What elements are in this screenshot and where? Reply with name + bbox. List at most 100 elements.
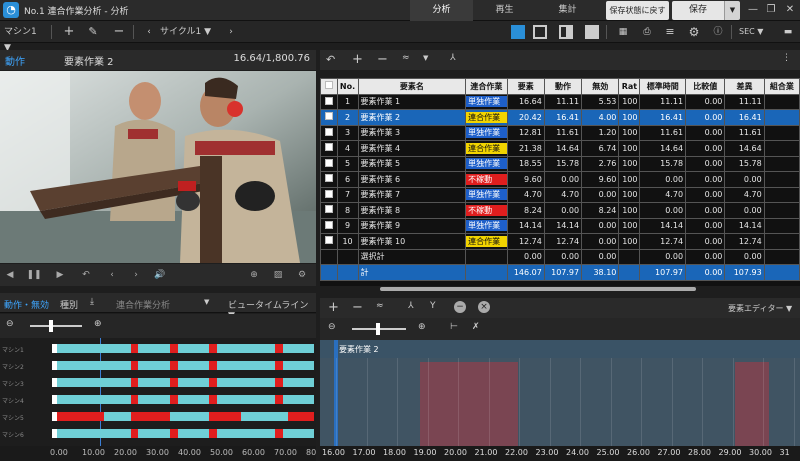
column-header[interactable]: 組合業 (763, 78, 800, 95)
timeline-segment[interactable] (209, 378, 218, 387)
close-circle-icon[interactable]: × (478, 301, 490, 313)
folder-icon[interactable]: ▬ (779, 24, 797, 40)
timeline-segment[interactable] (169, 395, 178, 404)
mic-off-icon[interactable]: ✗ (472, 322, 480, 332)
table-row[interactable]: 6 要素作業 6 不稼動 9.60 0.00 9.60 100 0.00 0.00 0.00 (320, 171, 800, 188)
row-checkbox-cell[interactable] (320, 171, 338, 188)
list-icon[interactable]: ≡ (661, 24, 679, 40)
work-type-cell[interactable]: 単独作業 (465, 217, 508, 234)
pause-icon[interactable]: ❚❚ (26, 267, 42, 283)
editor-zoom-handle[interactable] (376, 323, 380, 335)
work-type-cell[interactable]: 単独作業 (465, 155, 508, 172)
editor-timeline[interactable]: 要素作業 2 (320, 340, 800, 446)
layout-single-icon[interactable] (585, 25, 599, 39)
element-name-cell[interactable]: 要素作業 4 (357, 140, 467, 157)
timeline-segment[interactable] (274, 344, 283, 353)
edit-pencil-icon[interactable]: ✎ (84, 24, 102, 40)
timeline-segment[interactable] (274, 395, 283, 404)
timeline-segment[interactable] (138, 344, 170, 353)
minimize-icon[interactable]: — (744, 2, 762, 18)
column-header[interactable]: 要素 (506, 78, 545, 95)
zoom-slider-handle[interactable] (49, 320, 53, 332)
video-tab-motion[interactable]: 動作 (5, 53, 25, 68)
add-icon[interactable]: + (60, 24, 78, 40)
table-row[interactable]: 8 要素作業 8 不稼動 8.24 0.00 8.24 100 0.00 0.00 0.00 (320, 202, 800, 219)
restore-saved-button[interactable]: 保存状態に戻す (606, 1, 669, 20)
element-name-cell[interactable]: 要素作業 1 (357, 93, 467, 110)
timeline-segment[interactable] (138, 361, 170, 370)
add-icon[interactable]: + (328, 300, 339, 315)
timeline-segment[interactable] (169, 429, 178, 438)
work-type-cell[interactable]: 単独作業 (465, 124, 508, 141)
table-row[interactable]: 5 要素作業 5 単独作業 18.55 15.78 2.76 100 15.78 0.00 15.… (320, 155, 800, 172)
timeline-segment[interactable] (57, 378, 131, 387)
unit-select[interactable]: SEC ▼ (739, 24, 771, 40)
timeline-segment[interactable] (177, 361, 210, 370)
row-checkbox-cell[interactable] (320, 186, 338, 203)
machine-select[interactable]: マシン1 ▼ (4, 24, 42, 53)
timeline-segment[interactable] (274, 429, 283, 438)
timeline-segment[interactable] (287, 412, 314, 421)
table-row[interactable]: 1 要素作業 1 単独作業 16.64 11.11 5.53 100 11.11 0.00 11.… (320, 93, 800, 110)
timeline-segment[interactable] (138, 395, 170, 404)
timeline-segment[interactable] (130, 429, 139, 438)
timeline-segment[interactable] (169, 361, 178, 370)
table-row[interactable]: 10 要素作業 10 連合作業 12.74 12.74 0.00 100 12.74 0.00 1… (320, 233, 800, 250)
select-all-checkbox[interactable] (324, 81, 333, 90)
row-checkbox[interactable] (324, 174, 333, 183)
undo-icon[interactable]: ↶ (326, 53, 335, 66)
row-checkbox-cell[interactable] (320, 217, 338, 234)
timeline-segment[interactable] (209, 395, 218, 404)
table-row[interactable]: 9 要素作業 9 単独作業 14.14 14.14 0.00 100 14.14 0.00 14.… (320, 217, 800, 234)
save-dropdown-icon[interactable]: ▼ (724, 1, 740, 20)
merge-icon[interactable]: Y (430, 301, 436, 311)
tab-summary[interactable]: 集計 (536, 0, 599, 21)
work-type-cell[interactable]: 連合作業 (465, 140, 508, 157)
eraser-icon[interactable]: ≈ (402, 53, 410, 63)
work-type-cell[interactable]: 不稼動 (465, 202, 508, 219)
row-checkbox[interactable] (324, 236, 333, 245)
row-checkbox[interactable] (324, 96, 333, 105)
undo-icon[interactable]: ↶ (78, 267, 94, 283)
zoom-in-icon[interactable]: ⊕ (418, 322, 426, 332)
timeline-segment[interactable] (274, 361, 283, 370)
clapperboard-icon[interactable]: ▦ (614, 24, 632, 40)
element-name-cell[interactable]: 要素作業 5 (357, 155, 467, 172)
element-name-cell[interactable]: 要素作業 8 (357, 202, 467, 219)
layout-quad-icon[interactable] (533, 25, 547, 39)
timeline-segment[interactable] (209, 361, 218, 370)
element-editor-select[interactable]: 要素エディター ▼ (728, 303, 792, 314)
table-horizontal-scrollbar[interactable] (380, 287, 696, 291)
prev-frame-icon[interactable]: ◀ (2, 267, 18, 283)
view-dropdown-icon[interactable]: ▼ (204, 298, 209, 306)
remove-row-icon[interactable]: − (377, 52, 388, 67)
row-checkbox-cell[interactable] (320, 233, 338, 250)
work-type-cell[interactable]: 連合作業 (465, 233, 508, 250)
element-name-cell[interactable]: 要素作業 9 (357, 217, 467, 234)
row-checkbox-cell[interactable] (320, 93, 338, 110)
timeline-segment[interactable] (169, 344, 178, 353)
timeline-segment[interactable] (274, 378, 283, 387)
timeline-segment[interactable] (282, 361, 314, 370)
zoom-icon[interactable]: ⊕ (246, 267, 262, 283)
gear-icon[interactable]: ⚙ (685, 24, 703, 40)
layout-grid-icon[interactable] (511, 25, 525, 39)
remove-icon[interactable]: − (352, 300, 363, 315)
element-name-cell[interactable]: 要素作業 7 (357, 186, 467, 203)
column-header[interactable]: 要素名 (357, 78, 467, 95)
timeline-tab-analysis[interactable]: 連合作業分析 (116, 298, 170, 311)
timeline-segment[interactable] (130, 361, 139, 370)
column-header[interactable]: 比較値 (685, 78, 726, 95)
element-name-cell[interactable]: 要素作業 6 (357, 171, 467, 188)
table-row[interactable]: 4 要素作業 4 連合作業 21.38 14.64 6.74 100 14.64 0.00 14.… (320, 140, 800, 157)
row-checkbox-cell[interactable] (320, 109, 338, 126)
split-icon[interactable]: ⅄ (408, 301, 414, 311)
column-header[interactable]: 動作 (543, 78, 583, 95)
restore-window-icon[interactable]: ❐ (762, 2, 780, 18)
column-header[interactable]: Rat (618, 78, 641, 95)
element-name-cell[interactable]: 要素作業 10 (357, 233, 467, 250)
table-row[interactable]: 2 要素作業 2 連合作業 20.42 16.41 4.00 100 16.41 0.00 16.… (320, 109, 800, 126)
timeline-tab-type[interactable]: 種別 (60, 298, 78, 311)
timeline-segment[interactable] (217, 429, 275, 438)
work-type-cell[interactable]: 単独作業 (465, 186, 508, 203)
